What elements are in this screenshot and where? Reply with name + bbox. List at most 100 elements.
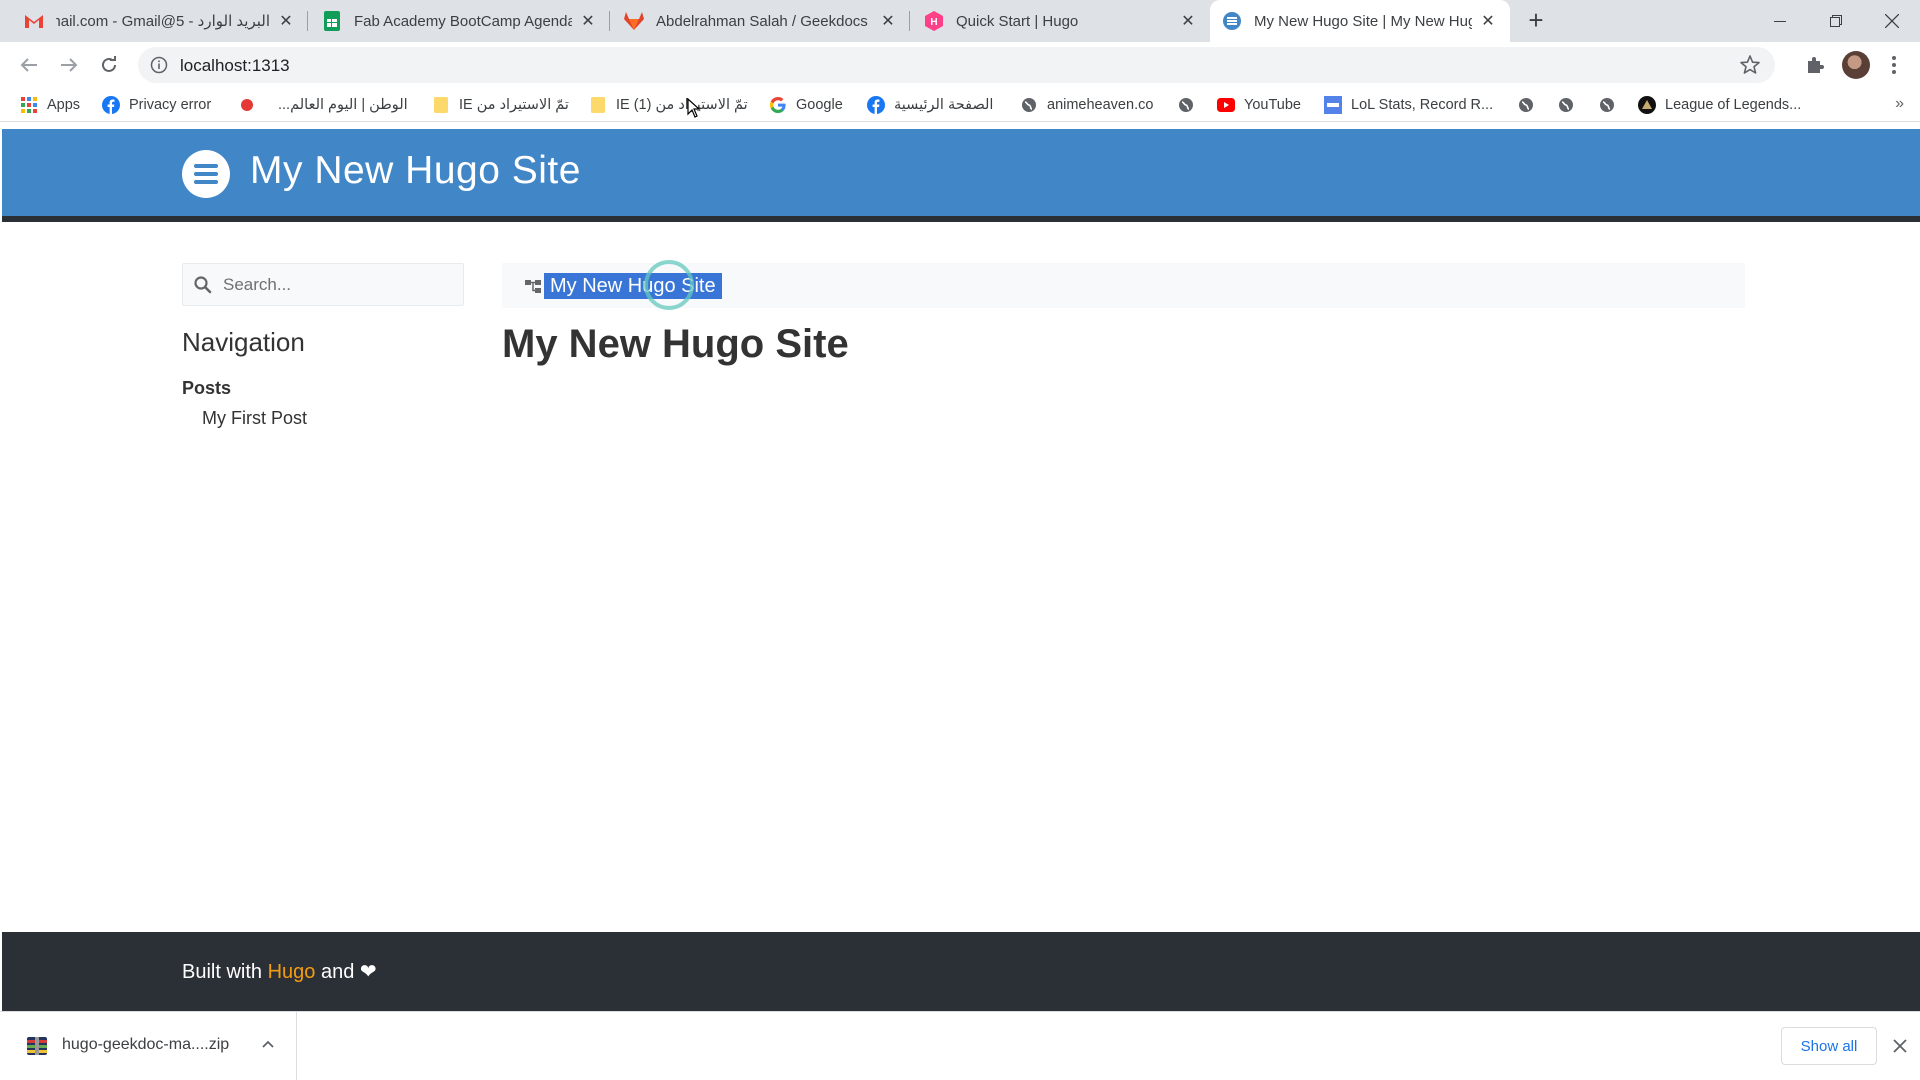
address-bar[interactable]: localhost:1313 [138, 47, 1775, 83]
tab-hugo-quick-start[interactable]: H Quick Start | Hugo ✕ [912, 0, 1210, 42]
footer-and: and [320, 961, 355, 983]
download-shelf: hugo-geekdoc-ma....zip Show all [0, 1011, 1920, 1080]
bookmark-globe-2[interactable] [1517, 94, 1544, 116]
profile-avatar[interactable] [1842, 51, 1870, 79]
site-logo-icon[interactable] [182, 150, 230, 198]
bookmark-label: YouTube [1244, 97, 1301, 113]
address-url[interactable]: localhost:1313 [180, 56, 290, 76]
youtube-icon [1217, 96, 1235, 114]
mouse-cursor-icon [687, 98, 701, 118]
bookmark-ie-import[interactable]: تمّ الاستيراد من IE [432, 94, 569, 116]
close-tab-icon[interactable]: ✕ [276, 11, 296, 31]
globe-icon [1557, 96, 1575, 114]
bookmark-globe-4[interactable] [1598, 94, 1625, 116]
close-tab-icon[interactable]: ✕ [1178, 11, 1198, 31]
globe-icon [1222, 11, 1242, 31]
bookmark-label: تمّ الاستيراد من IE [459, 97, 569, 113]
tab-gitlab[interactable]: Abdelrahman Salah / Geekdocs · ✕ [612, 0, 910, 42]
bookmark-label: الوطن | اليوم العالم... [278, 97, 408, 113]
bookmark-alwatan[interactable]: الوطن | اليوم العالم... [278, 94, 408, 116]
globe-icon [1517, 96, 1535, 114]
new-tab-button[interactable]: + [1524, 7, 1548, 33]
facebook-icon [102, 96, 120, 114]
bookmark-privacy-error[interactable]: Privacy error [102, 94, 211, 116]
bookmark-ie-import-1[interactable]: تمّ الاستيراد من IE (1) [589, 94, 748, 116]
bookmark-label: Privacy error [129, 97, 212, 113]
chevron-up-icon[interactable] [260, 1036, 276, 1052]
download-item[interactable]: hugo-geekdoc-ma....zip [0, 1012, 297, 1080]
bookmark-star-icon[interactable] [1739, 54, 1761, 76]
back-arrow-icon[interactable] [14, 50, 44, 80]
facebook-icon [867, 96, 885, 114]
gitlab-icon [624, 11, 644, 31]
tab-fab-academy[interactable]: Fab Academy BootCamp Agenda ✕ [310, 0, 610, 42]
bookmark-globe-3[interactable] [1557, 94, 1584, 116]
breadcrumb-link[interactable]: My New Hugo Site [544, 273, 722, 299]
red-dot-icon [238, 96, 256, 114]
sheets-icon [322, 11, 342, 31]
bookmark-label: الصفحة الرئيسية [894, 97, 994, 113]
close-shelf-icon[interactable] [1890, 1036, 1910, 1056]
search-input[interactable] [223, 272, 455, 298]
navigation-heading: Navigation [182, 327, 305, 357]
tab-title: My New Hugo Site | My New Hugo Site [1254, 12, 1472, 30]
footer-prefix: Built with [182, 961, 263, 983]
hugo-icon: H [924, 11, 944, 31]
search-box[interactable] [182, 263, 464, 306]
tab-gmail[interactable]: البريد الوارد - 5@gmail.com - Gmail ✕ [12, 0, 308, 42]
restore-icon[interactable] [1808, 0, 1864, 42]
minimize-icon[interactable] [1752, 0, 1808, 42]
nav-section-posts[interactable]: Posts [182, 378, 231, 399]
sitemap-icon [525, 280, 541, 293]
globe-icon [1598, 96, 1616, 114]
page-viewport: My New Hugo Site Navigation Posts My Fir… [2, 129, 1920, 1011]
bookmark-league-of-legends[interactable]: League of Legends... [1638, 94, 1801, 116]
close-window-icon[interactable] [1864, 0, 1920, 42]
tab-strip: البريد الوارد - 5@gmail.com - Gmail ✕ Fa… [0, 0, 1920, 42]
bookmark-label: League of Legends... [1665, 97, 1802, 113]
bookmark-lol-stats[interactable]: LoL Stats, Record R... [1324, 94, 1493, 116]
close-tab-icon[interactable]: ✕ [1478, 11, 1498, 31]
nav-link-my-first-post[interactable]: My First Post [202, 408, 307, 429]
extensions-puzzle-icon[interactable] [1803, 53, 1827, 77]
site-title[interactable]: My New Hugo Site [250, 149, 581, 193]
close-tab-icon[interactable]: ✕ [578, 11, 598, 31]
bookmarks-bar: Apps Privacy error الوطن | اليوم العالم.… [0, 88, 1920, 122]
bookmark-red-dot[interactable] [238, 94, 265, 116]
footer-credit: Built with Hugo and ❤ [182, 959, 377, 984]
bookmark-google[interactable]: Google [769, 94, 843, 116]
tab-my-new-hugo-site[interactable]: My New Hugo Site | My New Hugo Site ✕ [1210, 0, 1510, 42]
download-filename: hugo-geekdoc-ma....zip [62, 1036, 230, 1053]
bookmark-label: animeheaven.co [1047, 97, 1154, 113]
info-icon[interactable] [150, 56, 168, 74]
close-tab-icon[interactable]: ✕ [878, 11, 898, 31]
bookmark-label: LoL Stats, Record R... [1351, 97, 1494, 113]
heart-icon: ❤ [359, 961, 377, 983]
apps-grid-icon [20, 96, 38, 114]
bookmark-apps[interactable]: Apps [20, 94, 80, 116]
opgg-icon [1324, 96, 1342, 114]
page-title: My New Hugo Site [502, 322, 849, 366]
footer-hugo-link[interactable]: Hugo [268, 961, 316, 983]
bookmark-label: Google [796, 97, 843, 113]
browser-toolbar: localhost:1313 [0, 42, 1920, 88]
forward-arrow-icon[interactable] [54, 50, 84, 80]
reload-icon[interactable] [94, 50, 124, 80]
tab-title: Quick Start | Hugo [956, 12, 1079, 30]
bookmark-facebook-home[interactable]: الصفحة الرئيسية [867, 94, 993, 116]
site-footer: Built with Hugo and ❤ [2, 932, 1920, 1011]
show-all-button[interactable]: Show all [1781, 1027, 1877, 1065]
globe-icon [1177, 96, 1195, 114]
gmail-icon [24, 11, 44, 31]
more-menu-icon[interactable] [1882, 53, 1906, 77]
bookmarks-overflow-chevron[interactable]: » [1895, 95, 1904, 113]
bookmark-animeheaven[interactable]: animeheaven.co [1020, 94, 1153, 116]
bookmark-globe[interactable] [1177, 94, 1204, 116]
zip-archive-icon [27, 1037, 47, 1055]
site-header: My New Hugo Site [2, 129, 1920, 222]
bookmark-label: تمّ الاستيراد من IE (1) [616, 97, 748, 113]
folder-icon [432, 96, 450, 114]
google-icon [769, 96, 787, 114]
search-icon [194, 276, 212, 294]
bookmark-youtube[interactable]: YouTube [1217, 94, 1301, 116]
